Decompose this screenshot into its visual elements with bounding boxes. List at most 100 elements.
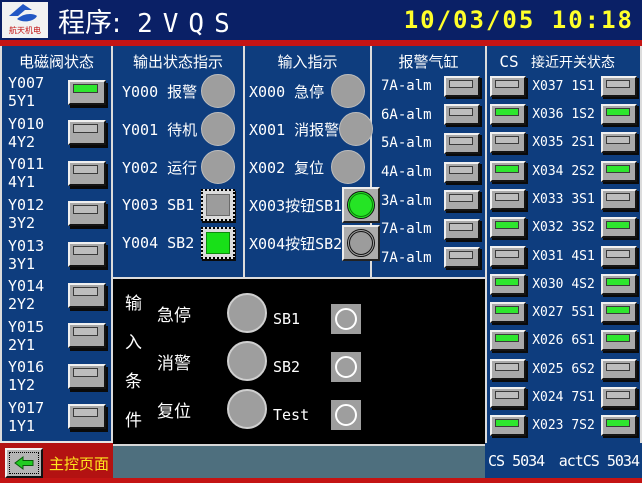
test-button-row: Test	[273, 391, 361, 439]
input-lamp-icon	[331, 150, 365, 184]
lamp-icon	[606, 334, 630, 342]
lamp-icon	[449, 194, 473, 202]
status-field	[211, 447, 261, 462]
valve-row: Y011 4Y1	[2, 153, 111, 194]
status-bar	[113, 444, 485, 478]
lamp-icon	[606, 136, 630, 144]
test-button[interactable]	[331, 352, 361, 382]
input-column-title: 输入指示	[245, 46, 370, 72]
lamp-icon	[73, 408, 98, 417]
lamp-icon	[495, 391, 519, 399]
lamp-icon	[495, 108, 519, 116]
lamp-icon	[449, 166, 473, 174]
valve-row: Y014 2Y2	[2, 275, 111, 316]
valve-indicator	[68, 120, 106, 145]
valve-indicator	[68, 404, 106, 429]
status-field	[211, 462, 261, 477]
test-button-row: SB2	[273, 343, 361, 391]
lamp-icon	[73, 84, 98, 93]
valve-indicator	[68, 323, 106, 348]
valve-row: Y007 5Y1	[2, 72, 111, 113]
proximity-label: X036 1S2	[532, 107, 595, 122]
alarm-row: 7A-alm	[372, 243, 485, 272]
button-ring-icon	[335, 308, 357, 330]
proximity-row-list: X037 1S1 X036 1S2 X035 2S1 X034 2S2	[487, 72, 640, 440]
valve-indicator	[68, 201, 106, 226]
lamp-icon	[606, 165, 630, 173]
lamp-icon	[606, 278, 630, 286]
proximity-indicator	[601, 76, 637, 97]
status-field	[113, 462, 177, 477]
valve-label: Y016 1Y2	[8, 358, 68, 394]
proximity-indicator	[601, 217, 637, 238]
cs-indicator	[490, 161, 526, 182]
proximity-switch-column: CS 接近开关状态 X037 1S1 X036 1S2 X035 2S1	[485, 46, 642, 443]
condition-lamp-icon	[227, 293, 267, 333]
cs-indicator	[490, 76, 526, 97]
proximity-indicator	[601, 415, 637, 436]
lamp-icon	[73, 205, 98, 214]
proximity-label: X030 4S2	[532, 277, 595, 292]
output-label: Y001 待机	[122, 119, 201, 140]
proximity-indicator	[601, 189, 637, 210]
datetime-display: 10/03/05 10:18	[404, 6, 642, 34]
output-row: Y004 SB2	[113, 224, 243, 262]
proximity-indicator	[601, 330, 637, 351]
proximity-header-label: 接近开关状态	[531, 52, 640, 72]
lamp-icon	[206, 232, 230, 254]
condition-label: 急停	[157, 301, 227, 326]
proximity-row: X034 2S2	[487, 157, 640, 185]
alarm-indicator	[444, 190, 480, 211]
test-button-label: SB2	[273, 358, 331, 376]
proximity-row: X033 3S1	[487, 185, 640, 213]
valve-label: Y007 5Y1	[8, 74, 68, 110]
proximity-row: X037 1S1	[487, 72, 640, 100]
valve-label: Y011 4Y1	[8, 155, 68, 191]
input-status-column: 输入指示 X000 急停 X001 消报警 X002 复位 X003按钮SB1	[245, 46, 372, 277]
proximity-row: X035 2S1	[487, 129, 640, 157]
cs-counter-footer: CS 5034 actCS 5034	[485, 443, 642, 478]
lamp-icon	[495, 136, 519, 144]
button-ring-icon	[335, 404, 357, 426]
input-label: X002 复位	[249, 157, 331, 178]
lamp-icon	[495, 306, 519, 314]
cs-indicator	[490, 104, 526, 125]
proximity-label: X037 1S1	[532, 79, 595, 94]
proximity-row: X026 6S1	[487, 327, 640, 355]
test-button[interactable]	[331, 400, 361, 430]
input-label: X003按钮SB1	[249, 195, 342, 216]
valve-indicator	[68, 364, 106, 389]
output-label: Y004 SB2	[122, 234, 201, 252]
condition-row: 消警	[157, 337, 267, 385]
lamp-icon	[606, 193, 630, 201]
lamp-icon	[449, 137, 473, 145]
output-row-list: Y000 报警 Y001 待机 Y002 运行 Y003 SB1 Y00	[113, 72, 243, 262]
alarm-label: 4A-alm	[381, 164, 432, 180]
alarm-cylinder-column: 报警气缸 7A-alm 6A-alm 5A-alm 4A-alm 3A-alm	[372, 46, 485, 277]
status-field	[177, 462, 211, 477]
lamp-icon	[606, 80, 630, 88]
proximity-row: X023 7S2	[487, 412, 640, 440]
valve-indicator	[68, 242, 106, 267]
lamp-icon	[73, 124, 98, 133]
test-button[interactable]	[331, 304, 361, 334]
proximity-label: X035 2S1	[532, 135, 595, 150]
input-label: X001 消报警	[249, 119, 339, 140]
lamp-icon	[495, 363, 519, 371]
program-label: 程序:	[58, 1, 121, 40]
input-row: X004按钮SB2	[245, 224, 370, 262]
condition-label: 复位	[157, 397, 227, 422]
alarm-label: 5A-alm	[381, 135, 432, 151]
status-field	[301, 462, 401, 477]
back-button[interactable]	[5, 448, 43, 478]
alarm-indicator	[444, 247, 480, 268]
valve-label: Y017 1Y1	[8, 399, 68, 435]
proximity-label: X033 3S1	[532, 192, 595, 207]
alarm-indicator	[444, 76, 480, 97]
back-button-label[interactable]: 主控页面	[49, 453, 109, 474]
proximity-label: X032 3S2	[532, 220, 595, 235]
valve-indicator	[68, 161, 106, 186]
alarm-label: 3A-alm	[381, 193, 432, 209]
cs-indicator	[490, 132, 526, 153]
cs-indicator	[490, 274, 526, 295]
